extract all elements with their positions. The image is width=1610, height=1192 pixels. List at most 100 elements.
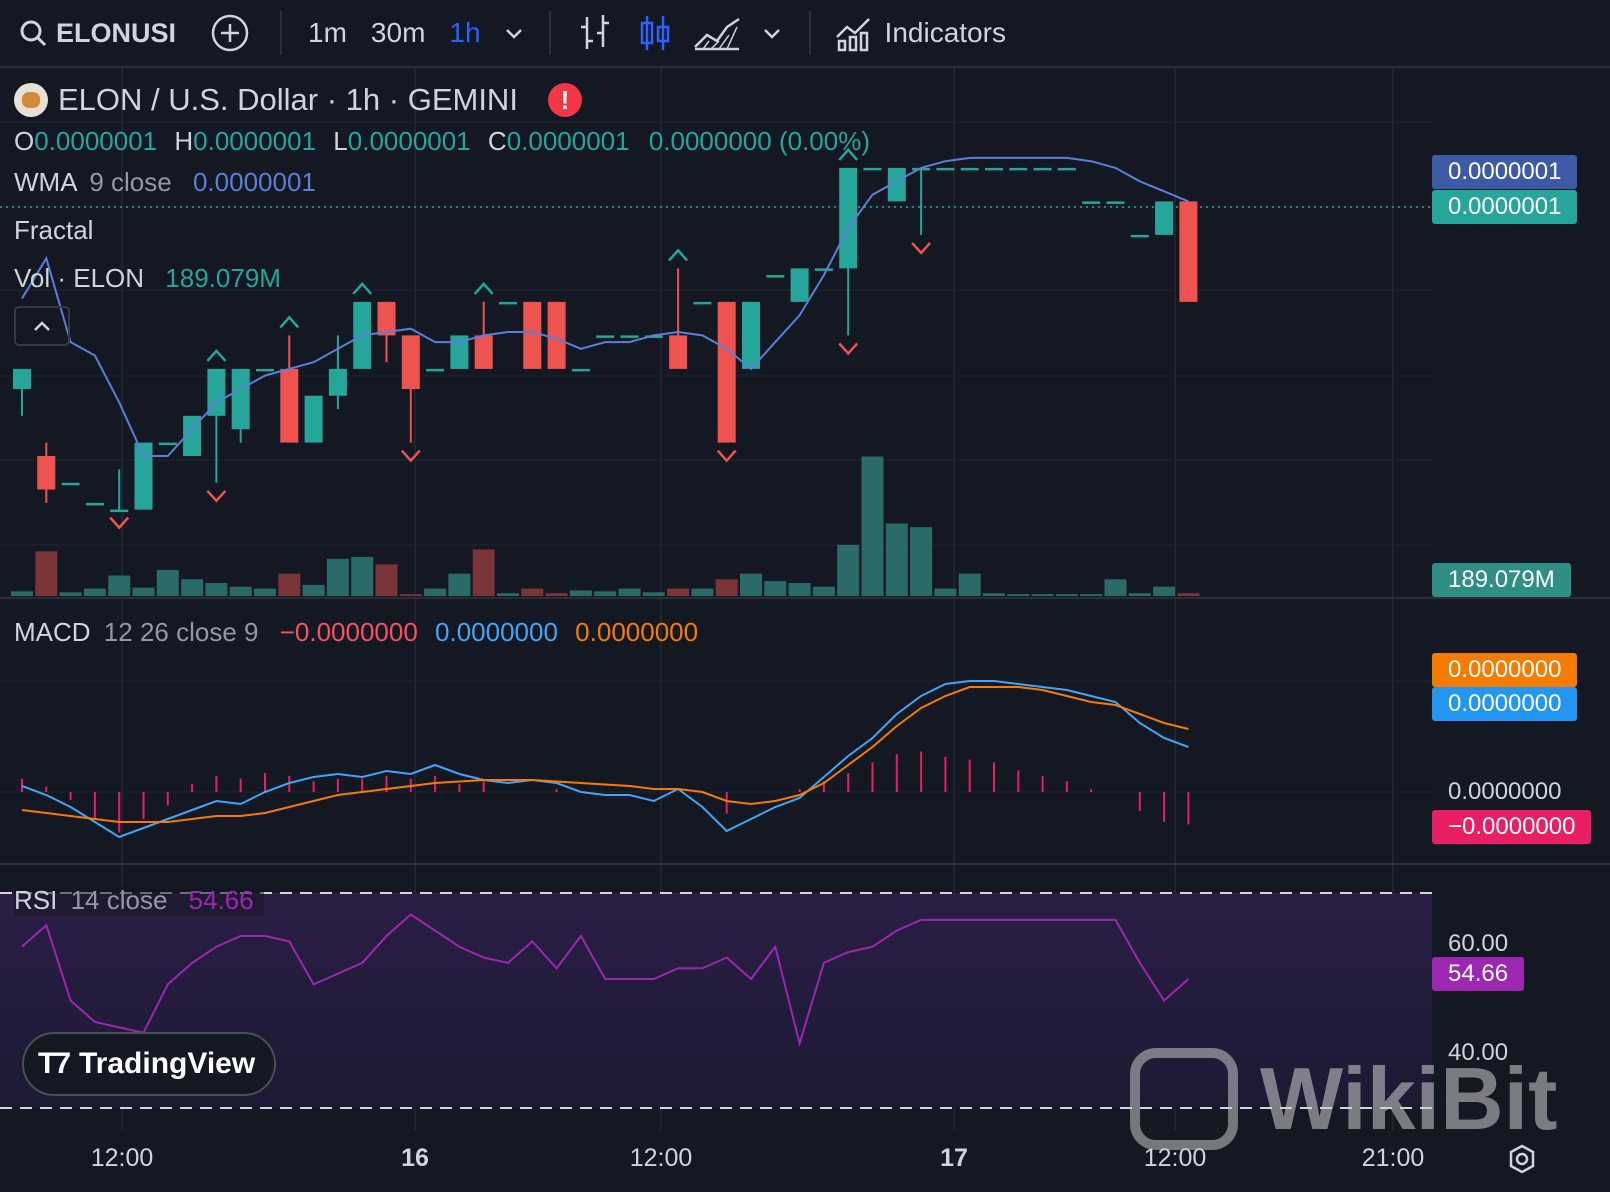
macd-line <box>21 680 1189 839</box>
volume-bar <box>958 573 981 596</box>
rsi-value: 54.66 <box>188 885 254 915</box>
wma-params: 9 close <box>89 167 172 197</box>
fractal-down-marker <box>400 449 421 463</box>
candle-body <box>1082 201 1101 204</box>
wma-price-tag: 0.0000001 <box>1432 155 1578 189</box>
fractal-down-marker <box>838 342 859 356</box>
chevron-up-icon <box>34 321 50 331</box>
candle-body <box>1009 167 1028 171</box>
volume-bar <box>181 579 204 596</box>
candle-body <box>134 442 153 510</box>
volume-bar <box>326 558 349 596</box>
candle-body <box>231 368 250 430</box>
low-label: L <box>333 126 348 156</box>
chart-title: ELON / U.S. Dollar · 1h · GEMINI <box>58 82 518 117</box>
volume-bar <box>35 551 58 596</box>
open-label: O <box>14 126 35 156</box>
rsi-60-label: 60.00 <box>1448 930 1509 957</box>
warning-icon[interactable]: ! <box>547 83 582 117</box>
volume-bar <box>861 456 884 596</box>
fractal-down-marker <box>109 516 130 530</box>
volume-bar <box>1153 586 1176 596</box>
volume-bar <box>740 573 762 596</box>
volume-bar <box>521 588 544 596</box>
candle-body <box>814 268 833 271</box>
tradingview-logo-icon: T7 <box>38 1047 71 1080</box>
rsi-legend[interactable]: RSI 14 close 54.66 <box>14 885 264 916</box>
signal-tag: 0.0000000 <box>1432 653 1578 687</box>
volume-legend[interactable]: Vol · ELON 189.079M <box>14 263 281 294</box>
candle-body <box>571 368 590 372</box>
volume-bar <box>934 588 957 596</box>
volume-bar <box>11 591 33 596</box>
candle-body <box>61 482 80 486</box>
candle-body <box>620 335 639 338</box>
wma-legend[interactable]: WMA 9 close 0.0000001 <box>14 167 316 198</box>
candle-body <box>474 335 493 369</box>
volume-bar <box>132 587 155 596</box>
high-label: H <box>174 126 194 156</box>
volume-bar <box>108 575 131 596</box>
candle-body <box>280 368 299 443</box>
wma-value: 0.0000001 <box>192 167 316 197</box>
low-value: 0.0000001 <box>347 126 471 156</box>
time-label: 12:00 <box>90 1144 154 1172</box>
wikibit-watermark: WikiBit <box>1130 1048 1557 1150</box>
fractal-legend[interactable]: Fractal <box>14 215 93 246</box>
fractal-up-marker <box>352 282 373 295</box>
change-value: 0.0000000 (0.00%) <box>648 126 870 156</box>
candle-body <box>717 301 736 443</box>
rsi-value-tag: 54.66 <box>1432 957 1525 991</box>
volume-bar <box>764 581 787 596</box>
volume-bar <box>837 544 860 596</box>
volume-bar <box>1031 594 1054 596</box>
volume-bar <box>885 523 908 596</box>
macd-legend[interactable]: MACD 12 26 close 9 −0.0000000 0.0000000 … <box>14 617 698 648</box>
volume-bar <box>715 579 738 596</box>
candle-body <box>960 167 979 171</box>
candle-body <box>1179 201 1198 302</box>
candle-body <box>256 368 274 372</box>
volume-bar <box>569 590 592 596</box>
fractal-down-marker <box>911 242 932 255</box>
macd-params: 12 26 close 9 <box>103 617 259 647</box>
candle-body <box>499 301 517 305</box>
collapse-legend-button[interactable] <box>14 306 70 346</box>
wma-label: WMA <box>14 167 77 197</box>
rsi-label: RSI <box>14 885 58 915</box>
volume-bar <box>399 594 422 596</box>
candle-body <box>1106 201 1125 204</box>
volume-bar <box>545 593 568 596</box>
volume-bar <box>1007 594 1030 596</box>
fractal-up-marker <box>206 349 227 362</box>
volume-bar <box>1055 594 1078 596</box>
volume-bar <box>618 588 641 596</box>
candle-body <box>693 301 712 305</box>
fractal-up-marker <box>473 282 494 295</box>
signal-line <box>21 686 1189 823</box>
volume-bar <box>1177 593 1200 596</box>
macd-value: 0.0000000 <box>435 617 558 647</box>
candle-body <box>766 275 785 278</box>
candle-body <box>863 167 882 171</box>
tradingview-label: TradingView <box>79 1047 256 1080</box>
volume-bar <box>156 569 179 596</box>
volume-bar <box>497 593 519 596</box>
volume-value: 189.079M <box>165 263 281 293</box>
tradingview-badge[interactable]: T7 TradingView <box>22 1032 276 1096</box>
macd-tag: 0.0000000 <box>1432 687 1578 721</box>
volume-bar <box>983 593 1005 596</box>
volume-bar <box>1128 593 1151 596</box>
volume-tag: 189.079M <box>1432 563 1571 597</box>
close-value: 0.0000001 <box>506 126 630 156</box>
volume-bar <box>667 588 690 596</box>
ohlc-legend: O0.0000001 H0.0000001 L0.0000001 C0.0000… <box>14 126 870 157</box>
macd-hist-value: −0.0000000 <box>279 617 418 647</box>
open-value: 0.0000001 <box>34 126 158 156</box>
volume-bars <box>11 456 1200 596</box>
volume-bar <box>302 584 325 596</box>
wma-line <box>21 156 1189 457</box>
time-label: 16 <box>401 1144 429 1172</box>
candle-body <box>37 456 56 490</box>
last-price-tag: 0.0000001 <box>1432 190 1578 224</box>
